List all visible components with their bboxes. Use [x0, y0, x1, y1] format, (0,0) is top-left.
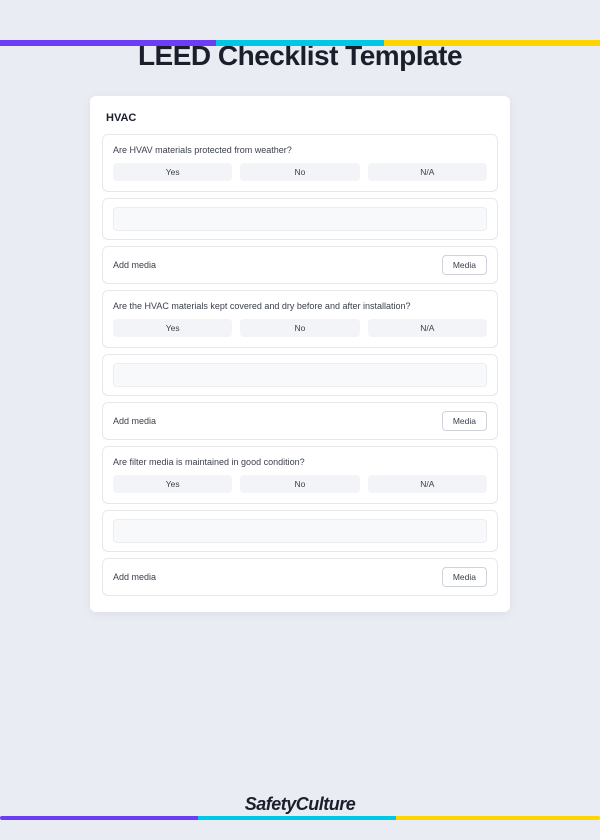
question-text: Are the HVAC materials kept covered and …: [113, 301, 487, 311]
media-block: Add media Media: [102, 246, 498, 284]
media-row: Add media Media: [113, 567, 487, 587]
note-input[interactable]: [113, 519, 487, 543]
media-row: Add media Media: [113, 255, 487, 275]
choice-no[interactable]: No: [240, 475, 359, 493]
choice-row: Yes No N/A: [113, 475, 487, 493]
question-text: Are HVAV materials protected from weathe…: [113, 145, 487, 155]
question-block: Are HVAV materials protected from weathe…: [102, 134, 498, 192]
question-text: Are filter media is maintained in good c…: [113, 457, 487, 467]
media-button[interactable]: Media: [442, 411, 487, 431]
note-block: [102, 198, 498, 240]
brand-logo: SafetyCulture: [0, 794, 600, 820]
stripe-cyan: [216, 40, 384, 46]
choice-na[interactable]: N/A: [368, 163, 487, 181]
choice-no[interactable]: No: [240, 163, 359, 181]
media-block: Add media Media: [102, 558, 498, 596]
question-block: Are the HVAC materials kept covered and …: [102, 290, 498, 348]
note-block: [102, 354, 498, 396]
question-block: Are filter media is maintained in good c…: [102, 446, 498, 504]
choice-yes[interactable]: Yes: [113, 163, 232, 181]
checklist-card: HVAC Are HVAV materials protected from w…: [90, 96, 510, 612]
media-button[interactable]: Media: [442, 255, 487, 275]
media-row: Add media Media: [113, 411, 487, 431]
choice-no[interactable]: No: [240, 319, 359, 337]
media-block: Add media Media: [102, 402, 498, 440]
add-media-label: Add media: [113, 416, 156, 426]
note-input[interactable]: [113, 207, 487, 231]
brand-name: SafetyCulture: [245, 794, 356, 815]
section-title: HVAC: [102, 110, 498, 134]
note-block: [102, 510, 498, 552]
stripe-yellow: [384, 40, 600, 46]
choice-yes[interactable]: Yes: [113, 319, 232, 337]
add-media-label: Add media: [113, 260, 156, 270]
stripe-purple: [0, 40, 216, 46]
media-button[interactable]: Media: [442, 567, 487, 587]
choice-row: Yes No N/A: [113, 163, 487, 181]
choice-na[interactable]: N/A: [368, 475, 487, 493]
choice-yes[interactable]: Yes: [113, 475, 232, 493]
note-input[interactable]: [113, 363, 487, 387]
add-media-label: Add media: [113, 572, 156, 582]
top-accent-stripe: [0, 40, 600, 46]
brand-underline: [0, 816, 600, 820]
choice-na[interactable]: N/A: [368, 319, 487, 337]
choice-row: Yes No N/A: [113, 319, 487, 337]
